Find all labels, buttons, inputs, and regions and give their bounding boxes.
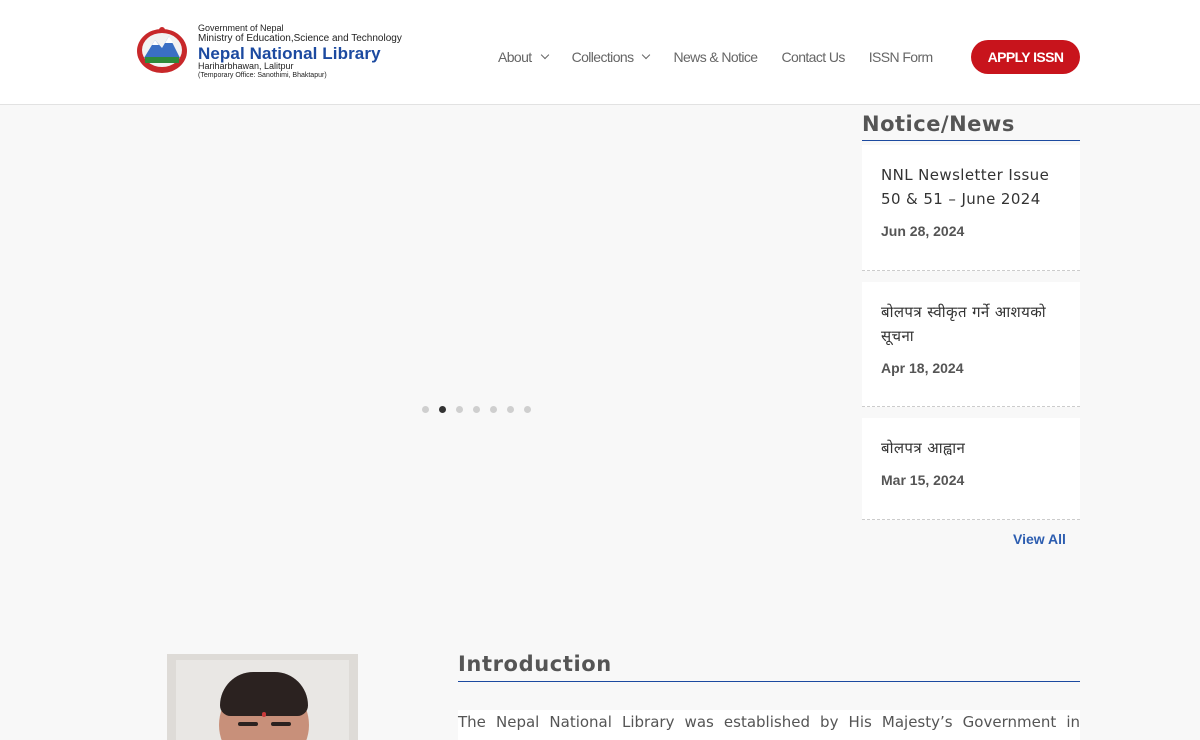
slider-dot[interactable] <box>422 406 429 413</box>
logo-ministry-line: Ministry of Education,Science and Techno… <box>198 33 402 44</box>
slider-dot-active[interactable] <box>439 406 446 413</box>
portrait-brow <box>238 722 258 726</box>
slider-dot[interactable] <box>473 406 480 413</box>
slider-pagination <box>422 406 541 413</box>
nav-item-news-notice[interactable]: News & Notice <box>673 49 758 65</box>
nepal-emblem-icon <box>137 27 187 73</box>
portrait-background <box>176 660 349 740</box>
nav-item-label: ISSN Form <box>868 49 933 65</box>
site-logo[interactable]: Government of Nepal Ministry of Educatio… <box>135 22 415 82</box>
logo-library-name: Nepal National Library <box>198 44 381 63</box>
introduction-heading: Introduction <box>458 652 1080 682</box>
portrait-hair <box>220 672 308 716</box>
slider-dot[interactable] <box>507 406 514 413</box>
portrait-photo <box>167 654 358 740</box>
logo-text: Government of Nepal Ministry of Educatio… <box>198 22 402 80</box>
chevron-down-icon <box>540 50 549 60</box>
slider-dot[interactable] <box>490 406 497 413</box>
view-all-link[interactable]: View All <box>1013 531 1066 547</box>
hero-slider <box>120 106 840 616</box>
nav-item-label: Contact Us <box>781 49 846 65</box>
notice-card: बोलपत्र स्वीकृत गर्ने आशयको सूचना Apr 18… <box>862 282 1080 407</box>
nav-item-issn-form[interactable]: ISSN Form <box>869 49 933 65</box>
logo-address: Hariharbhawan, Lalitpur <box>198 61 294 71</box>
nav-item-about[interactable]: About <box>498 49 549 65</box>
slider-dot[interactable] <box>524 406 531 413</box>
nav-item-label: Collections <box>571 49 634 65</box>
introduction-text: The Nepal National Library was establish… <box>458 710 1080 740</box>
notice-news-heading: Notice/News <box>862 112 1080 141</box>
nav-item-label: News & Notice <box>673 49 758 65</box>
main-nav: About Collections News & Notice Contact … <box>498 40 957 74</box>
chevron-down-icon <box>642 50 651 60</box>
site-header: Government of Nepal Ministry of Educatio… <box>0 0 1200 105</box>
logo-temporary-office: (Temporary Office: Sanothimi, Bhaktapur) <box>198 72 327 79</box>
logo-government-line: Government of Nepal <box>198 23 284 33</box>
notice-card: बोलपत्र आह्वान Mar 15, 2024 <box>862 418 1080 520</box>
portrait-brow <box>271 722 291 726</box>
nav-item-collections[interactable]: Collections <box>571 49 651 65</box>
apply-issn-button[interactable]: APPLY ISSN <box>971 40 1080 74</box>
notice-card-date: Apr 18, 2024 <box>881 360 964 376</box>
nav-item-label: About <box>498 49 532 65</box>
portrait-tika <box>262 712 266 717</box>
notice-card-date: Mar 15, 2024 <box>881 472 965 488</box>
notice-card-title[interactable]: बोलपत्र आह्वान <box>881 436 1066 460</box>
notice-card-title[interactable]: NNL Newsletter Issue 50 & 51 – June 2024 <box>881 163 1066 211</box>
notice-card: NNL Newsletter Issue 50 & 51 – June 2024… <box>862 145 1080 271</box>
slider-dot[interactable] <box>456 406 463 413</box>
notice-card-title[interactable]: बोलपत्र स्वीकृत गर्ने आशयको सूचना <box>881 300 1066 348</box>
nav-item-contact-us[interactable]: Contact Us <box>781 49 846 65</box>
notice-card-date: Jun 28, 2024 <box>881 223 965 239</box>
